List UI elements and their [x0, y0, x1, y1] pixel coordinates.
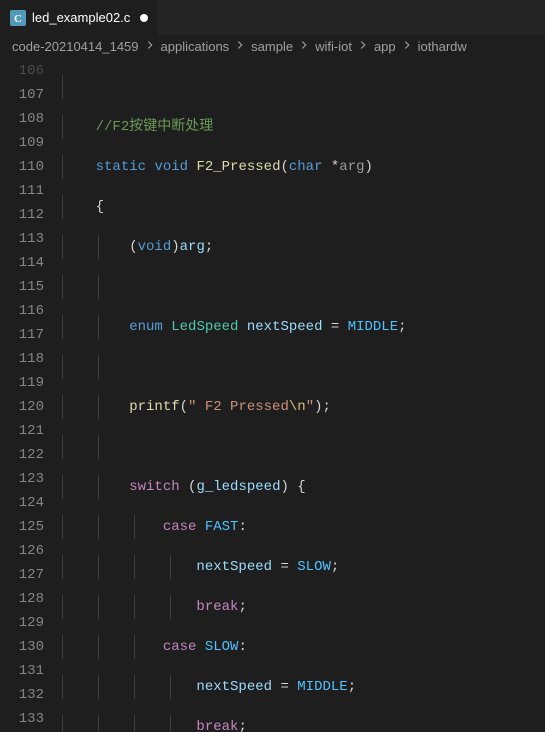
- code-line: [62, 355, 545, 379]
- line-number: 108: [0, 107, 44, 131]
- code-line: //F2按键中断处理: [62, 115, 545, 139]
- code-line: enum LedSpeed nextSpeed = MIDDLE;: [62, 315, 545, 339]
- chevron-right-icon: [356, 38, 370, 55]
- code-line: break;: [62, 595, 545, 619]
- line-number: 113: [0, 227, 44, 251]
- line-number: 133: [0, 707, 44, 731]
- line-number: 129: [0, 611, 44, 635]
- code-line: (void)arg;: [62, 235, 545, 259]
- line-number: 107: [0, 83, 44, 107]
- breadcrumb-item[interactable]: applications: [161, 39, 230, 54]
- line-number: 114: [0, 251, 44, 275]
- code-line: [62, 75, 545, 99]
- line-number: 132: [0, 683, 44, 707]
- line-number: 106: [0, 59, 44, 83]
- line-number: 124: [0, 491, 44, 515]
- code-line: static void F2_Pressed(char *arg): [62, 155, 545, 179]
- breadcrumb-item[interactable]: app: [374, 39, 396, 54]
- chevron-right-icon: [297, 38, 311, 55]
- line-number: 130: [0, 635, 44, 659]
- line-number: 119: [0, 371, 44, 395]
- code-line: switch (g_ledspeed) {: [62, 475, 545, 499]
- code-line: [62, 275, 545, 299]
- line-number: 128: [0, 587, 44, 611]
- code-line: nextSpeed = SLOW;: [62, 555, 545, 579]
- chevron-right-icon: [143, 38, 157, 55]
- line-number: 118: [0, 347, 44, 371]
- line-number: 111: [0, 179, 44, 203]
- svg-text:C: C: [14, 13, 22, 25]
- c-file-icon: C: [10, 10, 26, 26]
- line-number: 127: [0, 563, 44, 587]
- code-line: break;: [62, 715, 545, 732]
- breadcrumb-item[interactable]: iothardw: [418, 39, 467, 54]
- editor-tab[interactable]: C led_example02.c: [0, 0, 159, 35]
- dirty-indicator-icon: [140, 14, 148, 22]
- line-number: 120: [0, 395, 44, 419]
- line-number: 123: [0, 467, 44, 491]
- code-line: case FAST:: [62, 515, 545, 539]
- line-number: 125: [0, 515, 44, 539]
- breadcrumb[interactable]: code-20210414_1459 applications sample w…: [0, 35, 545, 57]
- line-number: 122: [0, 443, 44, 467]
- line-number: 115: [0, 275, 44, 299]
- tab-bar: C led_example02.c: [0, 0, 545, 35]
- line-number: 109: [0, 131, 44, 155]
- code-content[interactable]: //F2按键中断处理 static void F2_Pressed(char *…: [62, 57, 545, 732]
- tab-filename: led_example02.c: [32, 10, 130, 25]
- breadcrumb-item[interactable]: code-20210414_1459: [12, 39, 139, 54]
- breadcrumb-item[interactable]: sample: [251, 39, 293, 54]
- line-number: 112: [0, 203, 44, 227]
- breadcrumb-item[interactable]: wifi-iot: [315, 39, 352, 54]
- line-number-gutter: 106 107 108 109 110 111 112 113 114 115 …: [0, 57, 62, 732]
- code-line: nextSpeed = MIDDLE;: [62, 675, 545, 699]
- line-number: 126: [0, 539, 44, 563]
- line-number: 117: [0, 323, 44, 347]
- code-line: {: [62, 195, 545, 219]
- line-number: 131: [0, 659, 44, 683]
- line-number: 110: [0, 155, 44, 179]
- line-number: 116: [0, 299, 44, 323]
- chevron-right-icon: [400, 38, 414, 55]
- chevron-right-icon: [233, 38, 247, 55]
- code-line: printf(" F2 Pressed\n");: [62, 395, 545, 419]
- code-line: case SLOW:: [62, 635, 545, 659]
- code-editor[interactable]: 106 107 108 109 110 111 112 113 114 115 …: [0, 57, 545, 732]
- line-number: 121: [0, 419, 44, 443]
- code-line: [62, 435, 545, 459]
